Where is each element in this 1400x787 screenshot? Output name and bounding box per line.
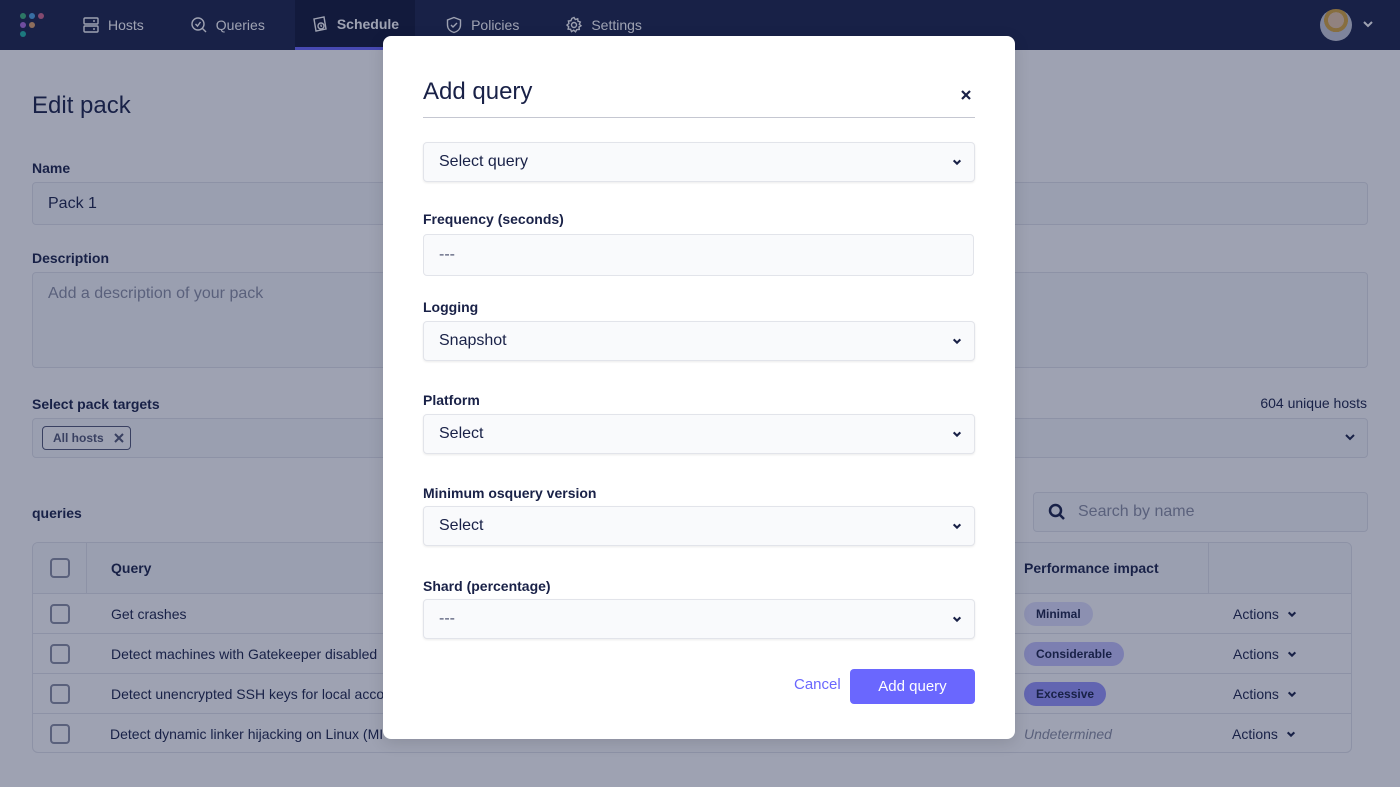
- frequency-label: Frequency (seconds): [423, 211, 564, 227]
- cancel-button[interactable]: Cancel: [794, 676, 841, 693]
- close-icon[interactable]: [959, 88, 973, 102]
- logging-label: Logging: [423, 299, 479, 315]
- modal-divider: [423, 117, 975, 118]
- chevron-down-icon: [952, 159, 962, 166]
- logging-select-value: Snapshot: [439, 332, 507, 349]
- chevron-down-icon: [952, 616, 962, 623]
- chevron-down-icon: [952, 431, 962, 438]
- query-select-value: Select query: [439, 153, 528, 170]
- modal-title: Add query: [423, 78, 533, 105]
- min-osquery-version-select[interactable]: Select: [423, 506, 975, 546]
- logging-select[interactable]: Snapshot: [423, 321, 975, 361]
- chevron-down-icon: [952, 523, 962, 530]
- min-osquery-version-label: Minimum osquery version: [423, 485, 597, 501]
- platform-select[interactable]: Select: [423, 414, 975, 454]
- min-osquery-version-value: Select: [439, 517, 484, 534]
- add-query-button[interactable]: Add query: [850, 669, 975, 704]
- frequency-input[interactable]: ---: [423, 234, 974, 276]
- shard-label: Shard (percentage): [423, 578, 551, 594]
- query-select[interactable]: Select query: [423, 142, 975, 182]
- shard-select[interactable]: ---: [423, 599, 975, 639]
- shard-select-value: ---: [439, 610, 455, 627]
- add-query-modal: Add query Select query Frequency (second…: [383, 36, 1015, 739]
- platform-label: Platform: [423, 392, 480, 408]
- chevron-down-icon: [952, 338, 962, 345]
- platform-select-value: Select: [439, 425, 484, 442]
